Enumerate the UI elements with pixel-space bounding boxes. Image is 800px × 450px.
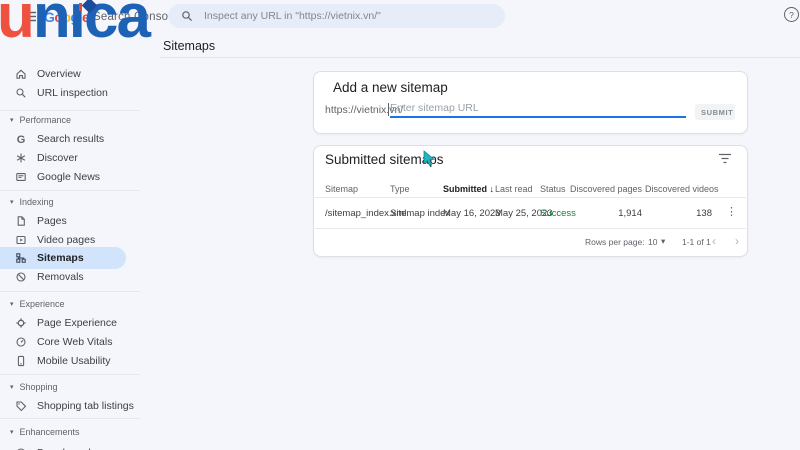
core-web-vitals-icon bbox=[15, 336, 27, 348]
sidebar-item-label: Discover bbox=[37, 152, 78, 164]
video-pages-icon bbox=[15, 234, 27, 246]
pages-icon bbox=[15, 215, 27, 227]
prev-page-icon[interactable]: ‹ bbox=[712, 234, 716, 248]
chevron-down-icon: ▾ bbox=[10, 429, 14, 436]
pagination-range: 1-1 of 1 bbox=[682, 237, 711, 247]
cell-submitted: May 16, 2023 bbox=[443, 208, 501, 219]
svg-text:G: G bbox=[17, 134, 26, 145]
divider bbox=[0, 190, 140, 191]
divider bbox=[0, 374, 140, 375]
cell-discovered-pages: 1,914 bbox=[618, 208, 642, 219]
news-icon bbox=[15, 171, 27, 183]
page-title: Sitemaps bbox=[163, 39, 216, 53]
sidebar-section-shopping[interactable]: ▾ Shopping bbox=[0, 380, 58, 394]
sidebar-item-label: Pages bbox=[37, 215, 67, 227]
help-icon[interactable]: ? bbox=[784, 7, 799, 22]
google-letter: o bbox=[62, 9, 71, 25]
rows-per-page-select[interactable]: 10 bbox=[648, 237, 657, 247]
mobile-usability-icon bbox=[15, 355, 27, 367]
page-experience-icon bbox=[15, 317, 27, 329]
product-name: Search Console bbox=[93, 11, 178, 23]
rows-per-page-label: Rows per page: bbox=[585, 237, 645, 247]
sidebar-item-label: Page Experience bbox=[37, 317, 117, 329]
sidebar-item-breadcrumbs[interactable]: Breadcrumbs bbox=[0, 442, 126, 450]
sidebar-item-label: Search results bbox=[37, 133, 105, 145]
sidebar-item-removals[interactable]: Removals bbox=[0, 266, 126, 288]
add-sitemap-title: Add a new sitemap bbox=[333, 80, 448, 95]
sidebar-section-performance[interactable]: ▾ Performance bbox=[0, 113, 71, 127]
url-inspect-searchbar[interactable] bbox=[168, 4, 505, 28]
sidebar-item-mobile-usability[interactable]: Mobile Usability bbox=[0, 350, 126, 372]
url-inspect-input[interactable] bbox=[202, 9, 496, 23]
help-glyph: ? bbox=[789, 9, 794, 20]
divider bbox=[160, 57, 800, 58]
mouse-cursor bbox=[423, 150, 436, 167]
cell-type: Sitemap index bbox=[390, 208, 451, 219]
sidebar-item-label: Shopping tab listings bbox=[37, 400, 134, 412]
unica-logo-red: u bbox=[0, 0, 35, 51]
sitemap-url-input[interactable] bbox=[390, 100, 686, 118]
row-overflow-menu-icon[interactable]: ⋮ bbox=[726, 205, 737, 218]
sidebar-item-label: Sitemaps bbox=[37, 252, 84, 264]
google-letter: g bbox=[70, 9, 80, 25]
sidebar-item-label: Overview bbox=[37, 68, 81, 80]
col-header-submitted[interactable]: Submitted ↓ bbox=[443, 184, 494, 194]
removals-icon bbox=[15, 271, 27, 283]
search-console-app: Google Search Console ? unica Sitemaps O… bbox=[0, 0, 800, 450]
section-label: Performance bbox=[19, 115, 72, 125]
sitemaps-icon bbox=[15, 252, 27, 264]
sidebar-section-enhancements[interactable]: ▾ Enhancements bbox=[0, 425, 80, 439]
google-logo: Google bbox=[44, 9, 90, 25]
search-icon bbox=[181, 10, 193, 22]
filter-icon[interactable] bbox=[718, 153, 732, 164]
col-header-type[interactable]: Type bbox=[390, 184, 410, 194]
submit-button[interactable]: SUBMIT bbox=[695, 104, 735, 120]
chevron-down-icon: ▾ bbox=[10, 301, 14, 308]
sidebar-item-shopping-tab-listings[interactable]: Shopping tab listings bbox=[0, 395, 134, 417]
section-label: Experience bbox=[19, 299, 65, 309]
section-label: Enhancements bbox=[19, 427, 80, 437]
divider bbox=[313, 197, 746, 198]
col-header-last-read[interactable]: Last read bbox=[495, 184, 533, 194]
chevron-down-icon: ▾ bbox=[10, 199, 14, 206]
home-icon bbox=[15, 68, 27, 80]
section-label: Shopping bbox=[19, 382, 58, 392]
divider bbox=[0, 418, 140, 419]
col-header-discovered-videos[interactable]: Discovered videos bbox=[645, 184, 719, 194]
sidebar-item-label: Video pages bbox=[37, 234, 96, 246]
next-page-icon[interactable]: › bbox=[735, 234, 739, 248]
discover-icon bbox=[15, 152, 27, 164]
sort-desc-icon: ↓ bbox=[489, 184, 495, 194]
divider bbox=[313, 228, 746, 229]
sidebar-item-label: URL inspection bbox=[37, 87, 108, 99]
sidebar-item-label: Google News bbox=[37, 171, 101, 183]
search-icon bbox=[15, 87, 27, 99]
sidebar-item-label: Mobile Usability bbox=[37, 355, 111, 367]
col-header-sitemap[interactable]: Sitemap bbox=[325, 184, 358, 194]
col-header-discovered-pages[interactable]: Discovered pages bbox=[555, 184, 642, 194]
text-caret bbox=[388, 103, 389, 116]
section-label: Indexing bbox=[19, 197, 54, 207]
tag-icon bbox=[15, 400, 27, 412]
divider bbox=[0, 110, 140, 111]
sidebar-item-google-news[interactable]: Google News bbox=[0, 166, 126, 188]
sidebar-section-indexing[interactable]: ▾ Indexing bbox=[0, 195, 54, 209]
hamburger-menu-icon[interactable] bbox=[22, 11, 37, 22]
cell-discovered-videos: 138 bbox=[696, 208, 712, 219]
divider bbox=[0, 291, 140, 292]
sidebar-item-label: Core Web Vitals bbox=[37, 336, 113, 348]
chevron-down-icon: ▾ bbox=[10, 117, 14, 124]
sidebar-item-label: Removals bbox=[37, 271, 84, 283]
sidebar-item-url-inspection[interactable]: URL inspection bbox=[0, 82, 126, 104]
col-header-label: Submitted bbox=[443, 184, 487, 194]
google-letter: G bbox=[44, 9, 55, 25]
sidebar-section-experience[interactable]: ▾ Experience bbox=[0, 297, 65, 311]
chevron-down-icon: ▾ bbox=[10, 384, 14, 391]
chevron-down-icon[interactable]: ▾ bbox=[661, 236, 665, 247]
google-g-icon: G bbox=[15, 133, 27, 145]
